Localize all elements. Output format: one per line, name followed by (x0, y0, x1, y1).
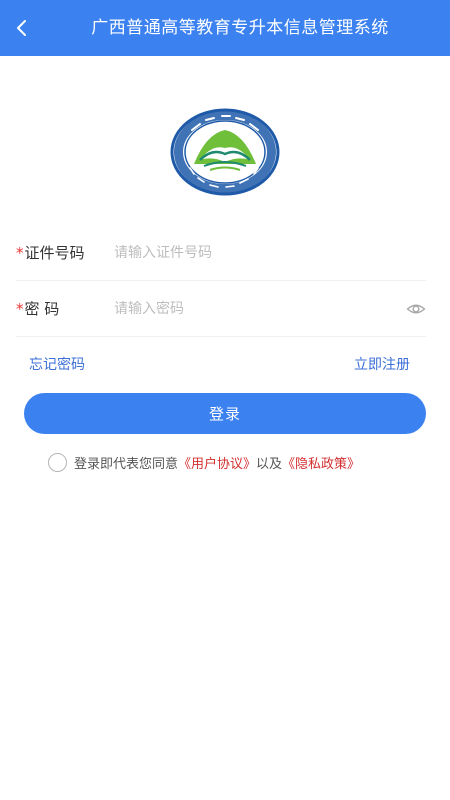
agreement-row: 登录即代表您同意 《用户协议》 以及 《隐私政策》 (48, 451, 360, 473)
register-link[interactable]: 立即注册 (354, 354, 410, 376)
back-button[interactable] (6, 12, 38, 44)
login-button[interactable]: 登录 (24, 393, 426, 434)
top-app-bar: 广西普通高等教育专升本信息管理系统 (0, 0, 450, 56)
agreement-checkbox[interactable] (48, 452, 67, 472)
required-mark: * (16, 244, 24, 262)
password-label-text: 密 码 (24, 300, 60, 318)
password-row: *密 码 (16, 281, 426, 337)
id-number-label-text: 证件号码 (24, 244, 85, 262)
school-emblem-logo (170, 108, 280, 196)
id-number-label: *证件号码 (16, 225, 85, 281)
agreement-prefix: 登录即代表您同意 (74, 456, 179, 472)
required-mark: * (16, 300, 24, 318)
agreement-middle: 以及 (256, 456, 283, 472)
privacy-policy-link[interactable]: 《隐私政策》 (282, 453, 360, 472)
eye-icon[interactable] (406, 299, 426, 319)
chevron-left-icon (17, 20, 26, 36)
id-number-input[interactable] (114, 237, 394, 269)
forgot-password-link[interactable]: 忘记密码 (29, 354, 85, 376)
password-input[interactable] (114, 293, 394, 325)
password-label: *密 码 (16, 281, 59, 337)
page-title: 广西普通高等教育专升本信息管理系统 (91, 18, 389, 38)
id-number-row: *证件号码 (16, 225, 426, 281)
user-agreement-link[interactable]: 《用户协议》 (178, 453, 256, 472)
